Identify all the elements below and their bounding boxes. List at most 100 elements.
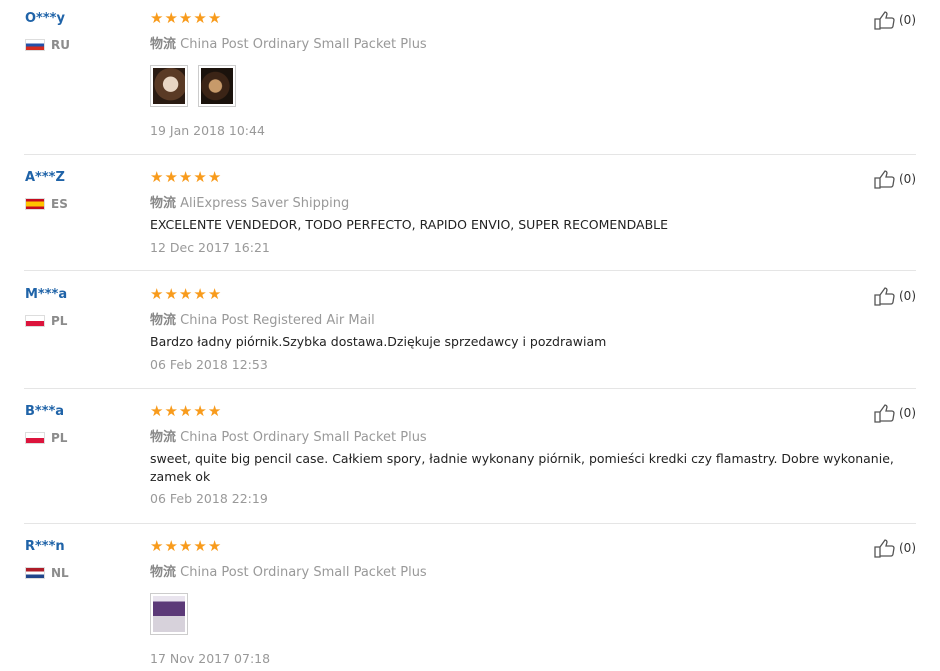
shipping-method: 物流 China Post Ordinary Small Packet Plus <box>150 426 427 445</box>
star-icon: ★ <box>193 285 207 303</box>
review-date: 12 Dec 2017 16:21 <box>150 240 270 255</box>
divider <box>24 388 916 389</box>
like-count: (0) <box>899 541 916 555</box>
photo-pencil-case-1 <box>153 68 185 104</box>
star-icon: ★ <box>207 168 222 186</box>
star-icon: ★ <box>164 537 178 555</box>
country-code: ES <box>51 197 68 211</box>
flag-pl-icon <box>25 315 45 327</box>
review-text: sweet, quite big pencil case. Całkiem sp… <box>150 451 894 484</box>
thumbs-up-icon <box>874 404 895 423</box>
star-icon: ★ <box>207 537 222 555</box>
review-date: 06 Feb 2018 12:53 <box>150 357 268 372</box>
photo-pencil-case-2 <box>201 68 233 104</box>
star-icon: ★ <box>193 9 207 27</box>
star-icon: ★ <box>150 402 164 420</box>
star-icon: ★ <box>164 285 178 303</box>
like-count: (0) <box>899 289 916 303</box>
review-image-thumbnail[interactable] <box>150 65 188 107</box>
country-code: RU <box>51 38 70 52</box>
review-text: EXCELENTE VENDEDOR, TODO PERFECTO, RAPID… <box>150 217 669 232</box>
shipping-method: 物流 AliExpress Saver Shipping <box>150 192 349 211</box>
shipping-name: AliExpress Saver Shipping <box>180 196 350 211</box>
shipping-name: China Post Ordinary Small Packet Plus <box>180 565 427 580</box>
review-image-thumbnail[interactable] <box>150 593 188 635</box>
reviewer-country: NL <box>25 566 69 580</box>
thumbs-up-icon <box>874 287 895 306</box>
reviewer-country: PL <box>25 314 67 328</box>
star-rating: ★ ★ ★ ★ ★ <box>150 11 221 26</box>
like-count: (0) <box>899 172 916 186</box>
thumbs-up-icon <box>874 11 895 30</box>
like-button[interactable]: (0) <box>873 403 916 423</box>
reviewer-name[interactable]: M***a <box>25 287 67 302</box>
shipping-label: 物流 <box>150 196 177 211</box>
flag-ru-icon <box>25 39 45 51</box>
shipping-name: China Post Ordinary Small Packet Plus <box>180 430 427 445</box>
like-count: (0) <box>899 13 916 27</box>
shipping-label: 物流 <box>150 37 177 52</box>
like-button[interactable]: (0) <box>873 538 916 558</box>
review-image-thumbnail[interactable] <box>198 65 236 107</box>
country-code: PL <box>51 314 68 328</box>
flag-pl-icon <box>25 432 45 444</box>
thumbs-up-icon <box>874 539 895 558</box>
reviewer-name[interactable]: A***Z <box>25 170 65 185</box>
reviewer-name[interactable]: R***n <box>25 539 65 554</box>
shipping-method: 物流 China Post Registered Air Mail <box>150 309 375 328</box>
star-icon: ★ <box>164 9 178 27</box>
star-icon: ★ <box>193 537 207 555</box>
reviewer-name[interactable]: B***a <box>25 404 64 419</box>
reviewer-country: ES <box>25 197 68 211</box>
shipping-label: 物流 <box>150 430 177 445</box>
reviewer-name[interactable]: O***y <box>25 11 65 26</box>
star-icon: ★ <box>193 402 207 420</box>
shipping-label: 物流 <box>150 565 177 580</box>
star-icon: ★ <box>150 168 164 186</box>
like-button[interactable]: (0) <box>873 169 916 189</box>
star-icon: ★ <box>193 168 207 186</box>
star-rating: ★ ★ ★ ★ ★ <box>150 539 221 554</box>
flag-nl-icon <box>25 567 45 579</box>
star-rating: ★ ★ ★ ★ ★ <box>150 404 221 419</box>
shipping-method: 物流 China Post Ordinary Small Packet Plus <box>150 33 427 52</box>
star-icon: ★ <box>164 402 178 420</box>
shipping-label: 物流 <box>150 313 177 328</box>
review-date: 19 Jan 2018 10:44 <box>150 123 265 138</box>
like-button[interactable]: (0) <box>873 10 916 30</box>
reviewer-country: PL <box>25 431 67 445</box>
like-count: (0) <box>899 406 916 420</box>
star-icon: ★ <box>207 402 222 420</box>
star-icon: ★ <box>178 537 193 555</box>
star-icon: ★ <box>178 402 193 420</box>
country-code: PL <box>51 431 68 445</box>
review-images <box>150 593 188 635</box>
like-button[interactable]: (0) <box>873 286 916 306</box>
review-date: 06 Feb 2018 22:19 <box>150 491 268 506</box>
star-icon: ★ <box>178 285 193 303</box>
divider <box>24 154 916 155</box>
photo-pencil-case-3 <box>153 596 185 632</box>
star-icon: ★ <box>150 537 164 555</box>
star-rating: ★ ★ ★ ★ ★ <box>150 287 221 302</box>
review-date: 17 Nov 2017 07:18 <box>150 651 271 666</box>
shipping-name: China Post Registered Air Mail <box>180 313 375 328</box>
shipping-method: 物流 China Post Ordinary Small Packet Plus <box>150 561 427 580</box>
flag-es-icon <box>25 198 45 210</box>
review-images <box>150 65 236 107</box>
star-icon: ★ <box>207 9 222 27</box>
divider <box>24 270 916 271</box>
divider <box>24 523 916 524</box>
shipping-name: China Post Ordinary Small Packet Plus <box>180 37 427 52</box>
star-icon: ★ <box>164 168 178 186</box>
review-text: Bardzo ładny piórnik.Szybka dostawa.Dzię… <box>150 334 607 349</box>
star-icon: ★ <box>207 285 222 303</box>
star-icon: ★ <box>178 9 193 27</box>
star-icon: ★ <box>178 168 193 186</box>
star-icon: ★ <box>150 285 164 303</box>
thumbs-up-icon <box>874 170 895 189</box>
reviewer-country: RU <box>25 38 70 52</box>
country-code: NL <box>51 566 69 580</box>
star-icon: ★ <box>150 9 164 27</box>
star-rating: ★ ★ ★ ★ ★ <box>150 170 221 185</box>
